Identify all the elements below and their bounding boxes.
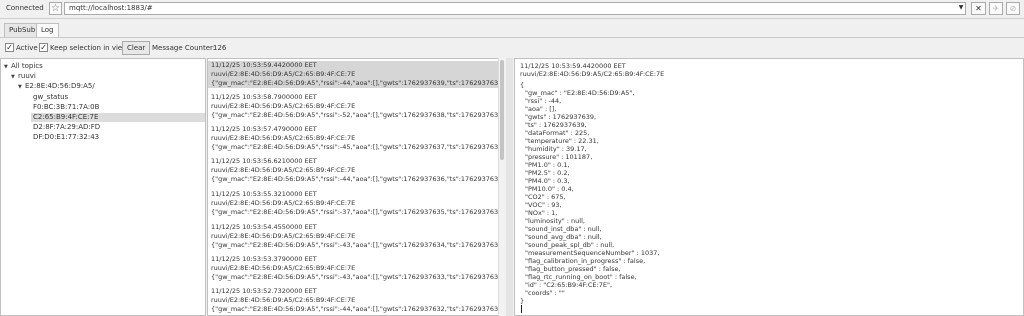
log-entry-payload: {"gw_mac":"E2:8E:4D:56:D9:A5","rssi":-45… (211, 143, 505, 151)
tab-log[interactable]: Log (36, 23, 59, 37)
expand-triangle-icon[interactable]: ▼ (4, 63, 11, 72)
log-entry-payload: {"gw_mac":"E2:8E:4D:56:D9:A5","rssi":-43… (211, 273, 505, 281)
log-entry-topic: ruuvi/E2:8E:4D:56:D9:A5/C2:65:B9:4F:CE:7… (211, 232, 356, 240)
log-entry-payload: {"gw_mac":"E2:8E:4D:56:D9:A5","rssi":-52… (211, 111, 505, 119)
detail-line: "pressure" : 101187, (525, 153, 593, 161)
detail-line: 11/12/25 10:53:59.4420000 EET (520, 62, 626, 70)
log-entry-topic: ruuvi/E2:8E:4D:56:D9:A5/C2:65:B9:4F:CE:7… (211, 264, 356, 272)
log-entry-topic: ruuvi/E2:8E:4D:56:D9:A5/C2:65:B9:4F:CE:7… (211, 296, 356, 304)
detail-line: ruuvi/E2:8E:4D:56:D9:A5/C2:65:B9:4F:CE:7… (520, 70, 665, 78)
detail-line: "flag_calibration_in_progress" : false, (525, 257, 646, 265)
log-entry[interactable]: 11/12/25 10:53:53.3790000 EET ruuvi/E2:8… (208, 255, 505, 282)
scrollbar-thumb[interactable] (500, 60, 504, 160)
detail-line: "CO2" : 675, (525, 193, 566, 201)
detail-line: "VOC" : 93, (525, 201, 562, 209)
detail-line: "PM4.0" : 0.3, (525, 177, 570, 185)
detail-line: "sound_peak_spl_db" : null, (525, 241, 615, 249)
url-input[interactable]: mqtt://localhost:1883/# (64, 2, 966, 15)
log-entry-topic: ruuvi/E2:8E:4D:56:D9:A5/C2:65:B9:4F:CE:7… (211, 134, 356, 142)
detail-line: "ts" : 1762937639, (525, 121, 587, 129)
detail-line: "coords" : "" (525, 289, 565, 297)
log-entry[interactable]: 11/12/25 10:53:56.6210000 EET ruuvi/E2:8… (208, 157, 505, 184)
detail-line: "sound_avg_dba" : null, (525, 233, 602, 241)
log-entry-time: 11/12/25 10:53:58.7900000 EET (211, 93, 317, 101)
expand-triangle-icon[interactable]: ▼ (18, 83, 25, 92)
detail-line: "sound_inst_dba" : null, (525, 225, 602, 233)
log-entry-topic: ruuvi/E2:8E:4D:56:D9:A5/C2:65:B9:4F:CE:7… (211, 166, 356, 174)
tab-pubsub[interactable]: PubSub (4, 23, 41, 37)
log-entry-topic: ruuvi/E2:8E:4D:56:D9:A5/C2:65:B9:4F:CE:7… (211, 199, 356, 207)
detail-line: "PM1.0" : 0.1, (525, 161, 570, 169)
text-caret (521, 305, 522, 313)
active-label: Active (16, 44, 38, 52)
log-entry-topic: ruuvi/E2:8E:4D:56:D9:A5/C2:65:B9:4F:CE:7… (211, 102, 356, 110)
log-entry-time: 11/12/25 10:53:55.3210000 EET (211, 190, 317, 198)
log-entry-payload: {"gw_mac":"E2:8E:4D:56:D9:A5","rssi":-44… (211, 175, 505, 183)
tree-item-ruuvi[interactable]: ▼ ruuvi (11, 72, 36, 81)
detail-line: } (520, 297, 525, 305)
log-entry[interactable]: 11/12/25 10:53:58.7900000 EET ruuvi/E2:8… (208, 93, 505, 120)
detail-line: "PM2.5" : 0.2, (525, 169, 570, 177)
tree-item-device-selected[interactable]: C2:65:B9:4F:CE:7E (31, 113, 205, 122)
log-entry-payload: {"gw_mac":"E2:8E:4D:56:D9:A5","rssi":-37… (211, 208, 505, 216)
log-entry-payload: {"gw_mac":"E2:8E:4D:56:D9:A5","rssi":-43… (211, 241, 505, 249)
active-checkbox[interactable]: ✓ (5, 43, 14, 52)
log-entry-time: 11/12/25 10:53:59.4420000 EET (211, 61, 317, 69)
detail-line: "gw_mac" : "E2:8E:4D:56:D9:A5", (525, 89, 635, 97)
keep-selection-checkbox[interactable]: ✓ (39, 43, 48, 52)
detail-line: "dataFormat" : 225, (525, 129, 590, 137)
log-entry[interactable]: 11/12/25 10:53:59.4420000 EET ruuvi/E2:8… (208, 61, 505, 88)
message-detail-pane[interactable]: 11/12/25 10:53:59.4420000 EET ruuvi/E2:8… (514, 58, 1024, 316)
topic-tree[interactable]: ▼ All topics ▼ ruuvi ▼ E2:8E:4D:56:D9:A5/ g… (0, 58, 206, 316)
detail-line: { (520, 81, 525, 89)
detail-line: "measurementSequenceNumber" : 1037, (525, 249, 660, 257)
message-counter-label: Message Counter: (152, 44, 216, 52)
detail-line: "PM10.0" : 0.4, (525, 185, 574, 193)
log-entry-time: 11/12/25 10:53:53.3790000 EET (211, 255, 317, 263)
top-toolbar: Connected ☆ mqtt://localhost:1883/# ▼ ✕ … (0, 0, 1024, 19)
detail-line: "rssi" : -44, (525, 97, 562, 105)
tree-item-gw-status[interactable]: gw_status (33, 93, 68, 102)
detail-line: "flag_rtc_running_on_boot" : false, (525, 273, 637, 281)
log-entry[interactable]: 11/12/25 10:53:54.4550000 EET ruuvi/E2:8… (208, 223, 505, 250)
hide-icon[interactable]: ⊘ (1006, 2, 1020, 15)
tree-item-all-topics[interactable]: ▼ All topics (4, 62, 43, 71)
clear-button[interactable]: Clear (122, 41, 151, 55)
log-entry[interactable]: 11/12/25 10:53:55.3210000 EET ruuvi/E2:8… (208, 190, 505, 217)
log-scrollbar[interactable] (498, 58, 505, 316)
keep-selection-label: Keep selection in view (50, 44, 128, 52)
detail-line: "flag_button_pressed" : false, (525, 265, 621, 273)
tree-item-device[interactable]: F0:BC:3B:71:7A:0B (33, 103, 99, 112)
detail-line: "humidity" : 39.17, (525, 145, 587, 153)
detail-line: "luminosity" : null, (525, 217, 585, 225)
expand-triangle-icon[interactable]: ▼ (11, 73, 18, 82)
tab-bar: PubSub Log (0, 21, 1024, 38)
send-icon[interactable]: ✈ (989, 2, 1003, 15)
chevron-down-icon[interactable]: ▼ (954, 2, 968, 15)
pane-splitter[interactable] (506, 58, 513, 316)
message-counter-value: 126 (213, 44, 227, 52)
log-entry[interactable]: 11/12/25 10:53:57.4790000 EET ruuvi/E2:8… (208, 125, 505, 152)
message-log-list[interactable]: 11/12/25 10:53:59.4420000 EET ruuvi/E2:8… (207, 58, 505, 316)
tree-item-gateway[interactable]: ▼ E2:8E:4D:56:D9:A5/ (18, 82, 95, 91)
detail-line: "id" : "C2:65:B9:4F:CE:7E", (525, 281, 613, 289)
log-entry-time: 11/12/25 10:53:54.4550000 EET (211, 223, 317, 231)
tree-item-device[interactable]: D2:8F:7A:29:AD:FD (33, 123, 100, 132)
tree-item-device[interactable]: DF:D0:E1:77:32:43 (33, 133, 99, 142)
log-entry-payload: {"gw_mac":"E2:8E:4D:56:D9:A5","rssi":-44… (211, 79, 505, 87)
star-icon[interactable]: ☆ (49, 2, 62, 15)
log-entry-time: 11/12/25 10:53:56.6210000 EET (211, 157, 317, 165)
log-entry-payload: {"gw_mac":"E2:8E:4D:56:D9:A5","rssi":-44… (211, 305, 505, 313)
log-entry-topic: ruuvi/E2:8E:4D:56:D9:A5/C2:65:B9:4F:CE:7… (211, 70, 356, 78)
log-entry-time: 11/12/25 10:53:57.4790000 EET (211, 125, 317, 133)
log-entry-time: 11/12/25 10:53:52.7320000 EET (211, 287, 317, 295)
log-entry[interactable]: 11/12/25 10:53:52.7320000 EET ruuvi/E2:8… (208, 287, 505, 314)
connection-status: Connected (6, 4, 44, 12)
detail-line: "aoa" : [], (525, 105, 557, 113)
close-icon[interactable]: ✕ (971, 2, 986, 15)
detail-line: "temperature" : 22.31, (525, 137, 599, 145)
log-options-bar: ✓ Active ✓ Keep selection in view Clear … (0, 40, 1024, 56)
detail-line: "gwts" : 1762937639, (525, 113, 597, 121)
detail-line: "NOx" : 1, (525, 209, 558, 217)
